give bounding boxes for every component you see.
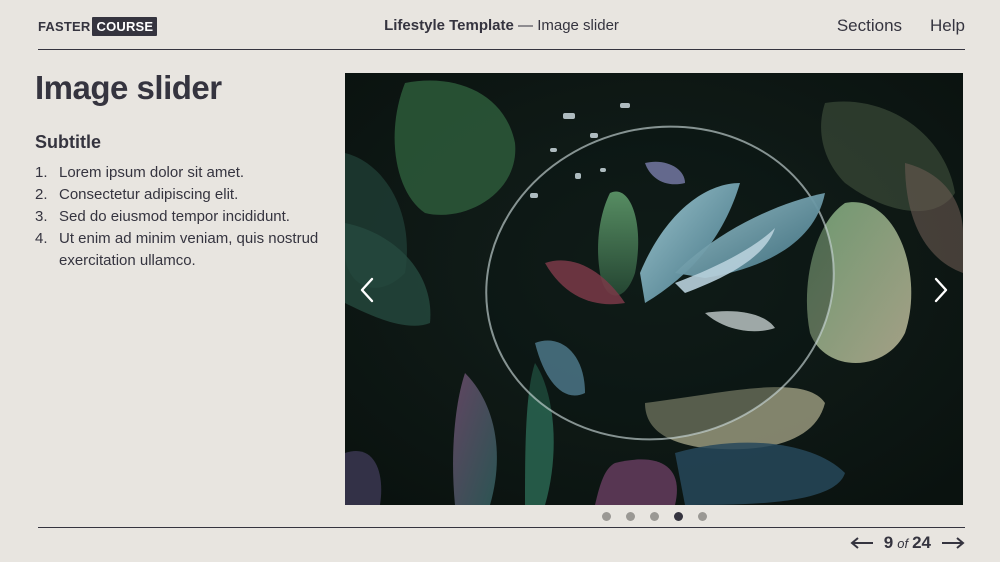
page-title: Image slider: [35, 69, 222, 106]
chevron-left-icon: [360, 277, 374, 303]
slider-dot-1[interactable]: [602, 512, 611, 521]
prev-page-button[interactable]: [850, 536, 874, 550]
slider-dot-3[interactable]: [650, 512, 659, 521]
list-number: 2.: [35, 186, 48, 203]
list-text: Consectetur adipiscing elit.: [59, 186, 239, 203]
slide-name: Image slider: [537, 17, 619, 34]
current-page: 9: [883, 533, 894, 552]
next-page-button[interactable]: [941, 536, 965, 550]
list-text: Ut enim ad minim veniam, quis nostrud ex…: [59, 230, 319, 269]
list-number: 3.: [35, 208, 48, 225]
page-navigator: 9 of 24: [850, 533, 965, 553]
page-of-label: of: [897, 536, 909, 551]
slider-dot-2[interactable]: [626, 512, 635, 521]
list-text: Lorem ipsum dolor sit amet.: [59, 164, 245, 181]
page-indicator: 9 of 24: [884, 533, 931, 553]
slide-image: [345, 73, 963, 505]
slider-dot-5[interactable]: [698, 512, 707, 521]
top-nav: Sections Help: [837, 16, 965, 36]
nav-sections[interactable]: Sections: [837, 16, 902, 36]
slider-next-button[interactable]: [925, 275, 955, 305]
header: FASTER COURSE Lifestyle Template — Image…: [38, 0, 965, 50]
arrow-left-icon: [850, 537, 873, 549]
template-name: Lifestyle Template: [384, 17, 514, 34]
list-item: 4. Ut enim ad minim veniam, quis nostrud …: [35, 228, 335, 272]
list-number: 1.: [35, 164, 48, 181]
image-slider[interactable]: [345, 73, 963, 505]
chevron-right-icon: [934, 277, 948, 303]
list-item: 1. Lorem ipsum dolor sit amet.: [35, 162, 335, 184]
header-title: Lifestyle Template — Image slider: [38, 17, 965, 34]
slider-dots: [602, 512, 707, 521]
list-number: 4.: [35, 230, 48, 247]
content-panel: Image slider Subtitle 1. Lorem ipsum dolo…: [35, 70, 335, 272]
list-item: 3. Sed do eiusmod tempor incididunt.: [35, 206, 335, 228]
subtitle: Subtitle: [35, 132, 101, 152]
list-item: 2. Consectetur adipiscing elit.: [35, 184, 335, 206]
slider-dot-4-active[interactable]: [674, 512, 683, 521]
title-separator: —: [513, 17, 538, 34]
slider-prev-button[interactable]: [353, 275, 383, 305]
numbered-list: 1. Lorem ipsum dolor sit amet. 2. Consecte…: [35, 162, 335, 272]
footer-divider: [38, 527, 965, 528]
arrow-right-icon: [942, 537, 965, 549]
list-text: Sed do eiusmod tempor incididunt.: [59, 208, 290, 225]
nav-help[interactable]: Help: [930, 16, 965, 36]
total-pages: 24: [912, 533, 931, 552]
